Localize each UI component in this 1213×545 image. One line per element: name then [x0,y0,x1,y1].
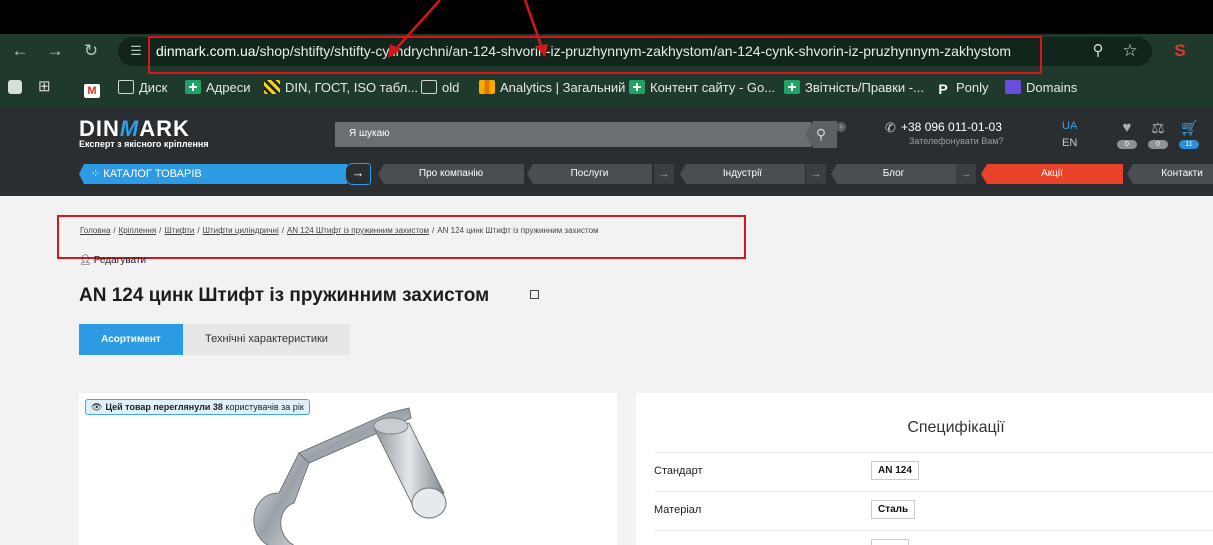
tab-specifications[interactable]: Технічні характеристики [183,324,350,355]
wishlist-count: 0 [1117,140,1137,149]
forward-arrow-icon[interactable]: → [44,40,66,62]
annotation-box-url [148,36,1042,74]
spec-value[interactable]: Сталь [871,500,916,519]
back-arrow-icon[interactable]: ← [9,40,31,62]
seo-extension-icon[interactable]: S [1170,40,1190,62]
bookmark-gmail[interactable]: M [84,79,105,98]
bookmark-label: Ponly [956,80,989,95]
nav-services[interactable]: Послуги [527,164,652,184]
bookmark-disk[interactable]: Диск [118,79,167,97]
spec-row-partial [654,530,1213,545]
gmail-icon: M [84,84,100,98]
search-input[interactable]: Я шукаю [335,122,811,147]
bookmark-reports[interactable]: Звітність/Правки -... [784,79,924,97]
zoom-icon[interactable]: ⚲ [1088,41,1108,61]
lang-en[interactable]: EN [1062,137,1077,149]
folder-icon [421,80,437,94]
bookmark-label: Domains [1026,80,1078,95]
bookmark-label: Адреси [206,80,251,95]
apps-grid-icon[interactable]: ⊞ [38,79,54,95]
bookmark-ponly[interactable]: P Ponly [935,79,989,97]
nav-industries[interactable]: Індустрії [680,164,805,184]
spec-label: Стандарт [654,465,703,477]
catalog-button[interactable]: ⁘ КАТАЛОГ ТОВАРІВ [79,164,347,184]
nav-blog[interactable]: Блог [831,164,956,184]
bookmark-label: old [442,80,460,95]
main-nav: ⁘ КАТАЛОГ ТОВАРІВ → Про компанію Послуги… [0,163,1213,185]
nav-arrow-icon: → [654,164,674,184]
sheets-icon [784,80,800,94]
heart-icon[interactable]: ♥ [1115,119,1139,136]
bookmark-domains[interactable]: Domains [1005,79,1077,97]
user-edit-icon: 👤︎ [79,255,92,266]
views-count: 38 [212,402,223,412]
tab-search-icon[interactable] [8,80,22,94]
views-prefix: Цей товар переглянули [105,402,211,412]
screen-top-strip [0,0,1213,34]
annotation-box-breadcrumb [57,215,746,259]
site-tagline: Експерт з якісного кріплення [79,139,209,149]
sheets-icon [185,80,201,94]
spec-row-standard: Стандарт AN 124 [654,452,1213,490]
bookmark-analytics[interactable]: Analytics | Загальний [479,79,625,97]
spec-label: Матеріал [654,504,702,516]
catalog-icon: ⁘ [91,168,104,180]
nav-arrow-icon: → [956,164,976,184]
nav-arrow-icon: → [806,164,826,184]
compare-icon[interactable]: ⚖ [1146,119,1170,137]
nav-about[interactable]: Про компанію [378,164,524,184]
edit-label: Редагувати [93,255,147,266]
edit-link[interactable]: 👤︎ Редагувати [79,255,146,266]
analytics-icon [479,80,495,94]
cart-count: 11 [1179,140,1199,149]
tab-assortment[interactable]: Асортимент [79,324,183,355]
bookmark-label: Analytics | Загальний [500,80,626,95]
domains-icon [1005,80,1021,94]
lang-ua[interactable]: UA [1062,120,1077,132]
bookmark-label: Диск [139,80,168,95]
specifications-card: Специфікації Стандарт AN 124 Матеріал Ст… [636,393,1213,545]
copy-icon[interactable] [530,290,539,299]
sheets-icon [629,80,645,94]
phone-icon: ✆ [885,120,896,135]
catalog-arrow-icon[interactable]: → [345,163,371,185]
product-image-card: 👁︎ Цей товар переглянули 38 користувачів … [79,393,617,545]
phone-number[interactable]: +38 096 011-01-03 [901,120,1002,134]
reload-icon[interactable]: ↻ [80,40,102,62]
site-settings-icon[interactable]: ☰ [126,41,146,61]
page-title: AN 124 цинк Штифт із пружинним захистом [79,285,490,306]
spec-value[interactable] [871,539,909,545]
search-placeholder: Я шукаю [349,128,390,139]
specifications-title: Специфікації [907,419,1005,436]
logo-part: DIN [79,116,120,141]
bookmark-star-icon[interactable]: ☆ [1120,41,1140,61]
din-icon [264,80,280,94]
nav-promotions[interactable]: Акції [981,164,1123,184]
spec-row-material: Матеріал Сталь [654,491,1213,529]
bookmark-label: DIN, ГОСТ, ISO табл... [285,80,419,95]
bookmark-old[interactable]: old [421,79,459,97]
nav-contacts[interactable]: Контакти [1127,164,1213,184]
folder-icon [118,80,134,94]
catalog-label: КАТАЛОГ ТОВАРІВ [103,168,202,180]
search-arrow-icon[interactable]: › [836,122,846,132]
ponly-icon: P [938,81,948,97]
bookmarks-bar: ⊞ M Диск Адреси DIN, ГОСТ, ISO табл... o… [0,68,1213,108]
bookmark-content[interactable]: Контент сайту - Go... [629,79,775,97]
bookmark-din[interactable]: DIN, ГОСТ, ISO табл... [264,79,418,97]
bookmark-addresses[interactable]: Адреси [185,79,250,97]
product-image[interactable] [239,398,459,545]
eye-icon: 👁︎ [91,402,103,412]
cart-icon[interactable]: 🛒︎ [1177,119,1201,137]
bookmark-label: Контент сайту - Go... [650,80,776,95]
spec-value[interactable]: AN 124 [871,461,919,480]
logo-part: M [119,116,140,141]
compare-count: 0 [1148,140,1168,149]
bookmark-label: Звітність/Правки -... [805,80,924,95]
logo-part: ARK [139,116,190,141]
callback-link[interactable]: Зателефонувати Вам? [909,136,1003,146]
